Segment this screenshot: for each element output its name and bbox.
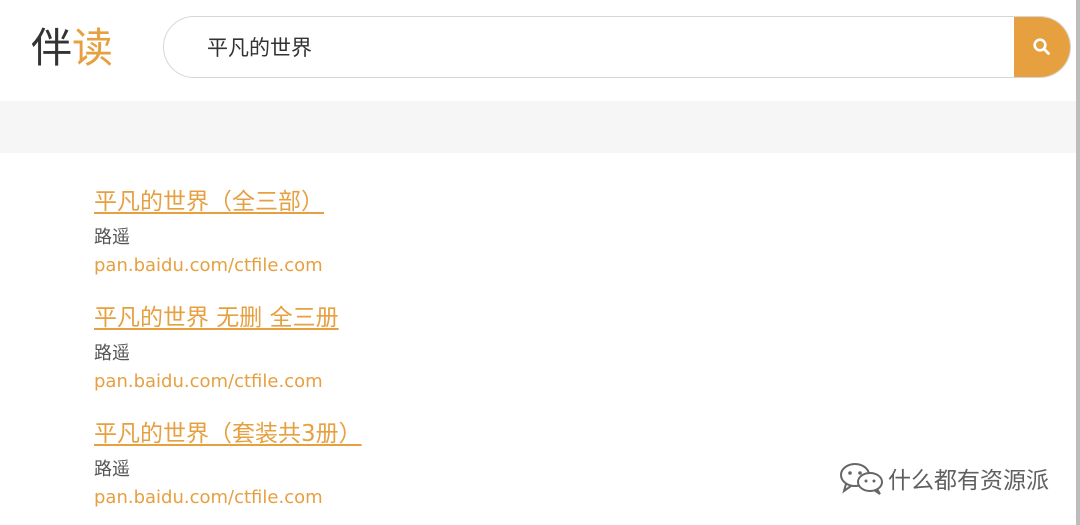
site-logo[interactable]: 伴读 [31,24,113,72]
watermark-text: 什么都有资源派 [888,468,1049,494]
search-icon [1033,38,1050,55]
result-author: 路遥 [94,343,130,364]
page: 伴读 平凡的世界（全三部） 路遥 pan.baidu.com/ctfile.co… [0,0,1080,525]
result-title-link[interactable]: 平凡的世界（套装共3册） [94,412,362,456]
result-author: 路遥 [94,227,130,248]
result-source-link[interactable]: pan.baidu.com/ctfile.com [94,368,994,396]
result-item: 平凡的世界（全三部） 路遥 pan.baidu.com/ctfile.com [94,180,994,296]
wechat-icon [840,463,883,495]
window-edge [1076,0,1080,525]
logo-text-part1: 伴 [31,24,72,72]
search-input[interactable] [164,17,1016,77]
search-button[interactable] [1014,17,1070,77]
result-item: 平凡的世界 无删 全三册 路遥 pan.baidu.com/ctfile.com [94,296,994,412]
header-divider-band [0,101,1076,153]
result-title-link[interactable]: 平凡的世界（全三部） [94,180,324,224]
search-bar [163,16,1071,78]
header: 伴读 [0,0,1076,101]
watermark: 什么都有资源派 [838,456,1049,500]
result-title-link[interactable]: 平凡的世界 无删 全三册 [94,296,339,340]
logo-text-part2: 读 [72,24,113,72]
result-source-link[interactable]: pan.baidu.com/ctfile.com [94,252,994,280]
